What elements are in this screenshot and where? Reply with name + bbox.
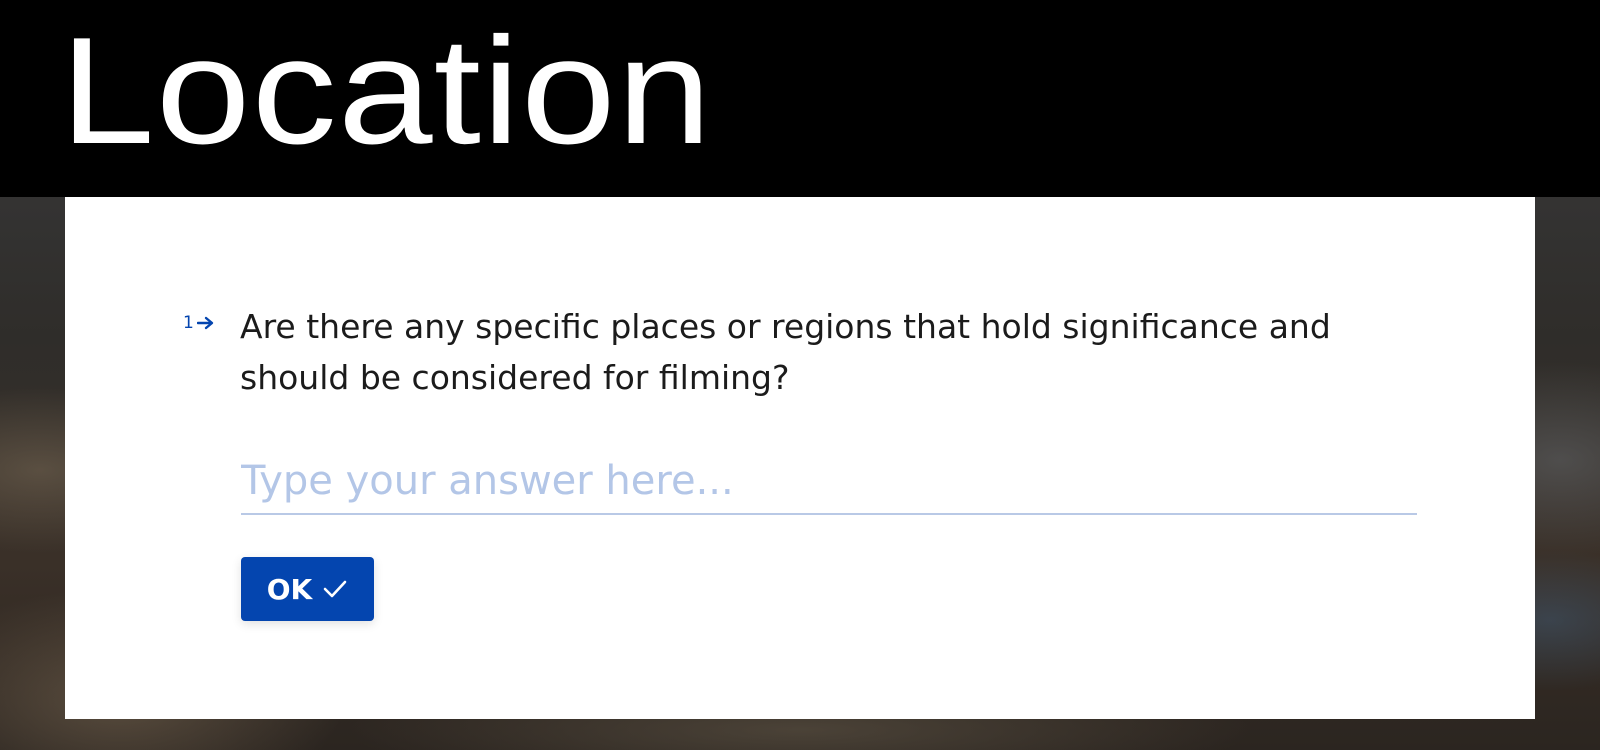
arrow-right-icon <box>196 316 214 330</box>
question-number-indicator: 1 <box>183 313 215 333</box>
ok-button-label: OK <box>266 572 313 606</box>
question-card: 1 Are there any specific places or regio… <box>65 197 1535 719</box>
question-text: Are there any specific places or regions… <box>240 307 1331 397</box>
answer-input[interactable] <box>241 449 1417 515</box>
question-number: 1 <box>183 313 194 333</box>
page-title: Location <box>60 6 713 176</box>
header-banner: Location <box>0 0 1600 197</box>
check-icon <box>323 580 347 598</box>
ok-button[interactable]: OK <box>241 557 374 621</box>
